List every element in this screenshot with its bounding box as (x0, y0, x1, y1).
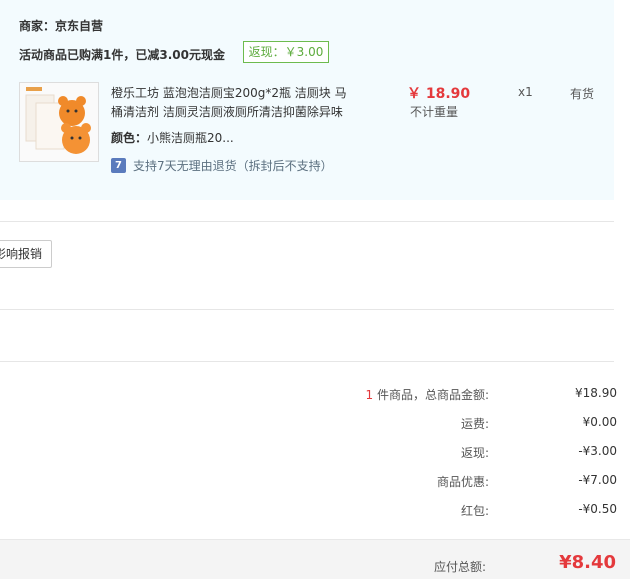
divider (0, 361, 614, 362)
invoice-button[interactable]: 影响报销 (0, 240, 52, 268)
total-bar: 应付总额: ¥8.40 (0, 539, 630, 579)
promo-text: 活动商品已购满1件，已减3.00元现金 (19, 48, 225, 62)
color-key: 颜色： (111, 131, 148, 145)
total-label: 应付总额: (433, 560, 486, 574)
divider (0, 221, 614, 222)
summary-rebate-amount: -¥3.00 (578, 444, 617, 458)
item-price: ￥ 18.90 (407, 86, 471, 102)
seller-label: 商家：京东自营 (19, 19, 104, 33)
order-item-panel: 商家：京东自营 活动商品已购满1件，已减3.00元现金 返现：￥3.00 橙乐工… (0, 0, 614, 200)
total-amount: ¥8.40 (559, 552, 616, 573)
goods-count: 1 (365, 388, 374, 402)
item-weight: 不计重量 (410, 105, 459, 119)
divider (0, 309, 614, 310)
summary-redpacket-amount: -¥0.50 (578, 502, 617, 516)
product-color: 颜色：小熊洁厕瓶20... (111, 129, 234, 146)
item-quantity: x1 (518, 85, 533, 99)
product-image-icon (20, 83, 98, 161)
rebate-tag: 返现：￥3.00 (243, 41, 329, 63)
product-thumbnail[interactable] (19, 82, 99, 162)
summary-discount-amount: -¥7.00 (578, 473, 617, 487)
summary-shipping-label: 运费: (460, 417, 489, 431)
summary-goods-row: 1 件商品，总商品金额: ¥18.90 (0, 386, 618, 406)
summary-discount-row: 商品优惠: -¥7.00 (0, 473, 617, 493)
summary-goods-amount: ¥18.90 (575, 386, 617, 400)
return-policy-text: 支持7天无理由退货（拆封后不支持） (133, 159, 333, 173)
item-stock: 有货 (570, 87, 595, 101)
goods-label-text: 件商品，总商品金额: (373, 388, 489, 402)
summary-discount-label: 商品优惠: (436, 475, 489, 489)
return-7day-icon: 7 (111, 158, 126, 173)
summary-redpacket-label: 红包: (460, 504, 489, 518)
summary-rebate-row: 返现: -¥3.00 (0, 444, 617, 464)
color-value: 小熊洁厕瓶20... (147, 131, 234, 145)
summary-goods-label: 1 件商品，总商品金额: (366, 386, 490, 403)
summary-shipping-row: 运费: ¥0.00 (0, 415, 617, 435)
return-policy-row: 7 支持7天无理由退货（拆封后不支持） (111, 157, 333, 174)
summary-rebate-label: 返现: (460, 446, 489, 460)
summary-redpacket-row: 红包: -¥0.50 (0, 502, 617, 522)
product-name-link[interactable]: 橙乐工坊 蓝泡泡洁厕宝200g*2瓶 洁厕块 马桶清洁剂 洁厕灵洁厕液厕所清洁抑… (111, 84, 351, 122)
summary-shipping-amount: ¥0.00 (582, 415, 617, 429)
